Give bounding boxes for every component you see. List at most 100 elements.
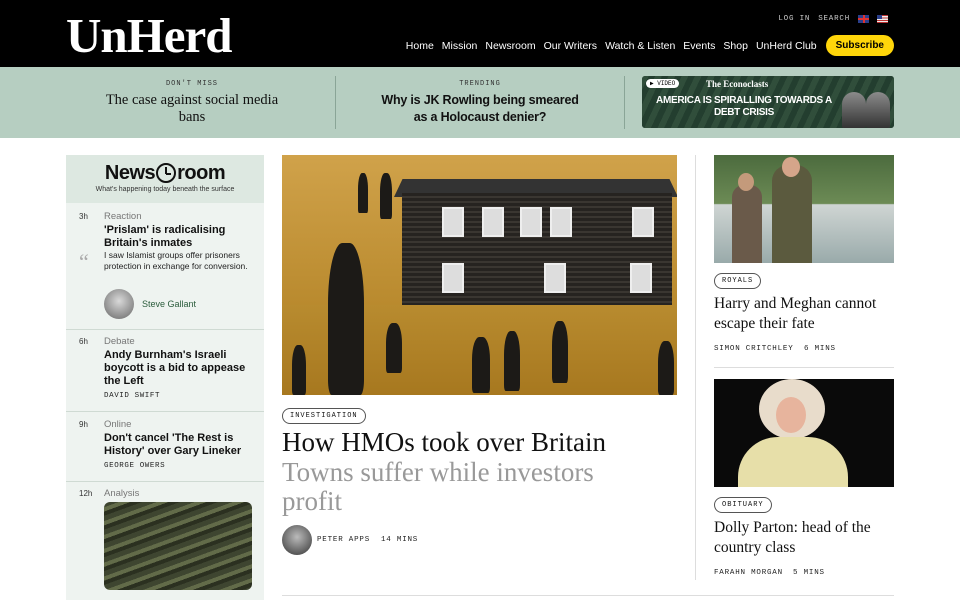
main-story-read-time: 14 MINS <box>381 536 419 544</box>
item-author[interactable]: DAVID SWIFT <box>104 392 160 400</box>
newsroom-sidebar: News room What's happening today beneath … <box>66 155 264 600</box>
login-link[interactable]: LOG IN <box>778 15 810 23</box>
story-read-time: 5 MINS <box>793 569 825 577</box>
image-window <box>550 207 572 237</box>
item-category: Reaction <box>104 211 142 222</box>
main-story-author[interactable]: PETER APPS <box>317 536 370 544</box>
item-headline[interactable]: Andy Burnham's Israeli boycott is a bid … <box>104 349 259 388</box>
subscribe-button[interactable]: Subscribe <box>825 35 894 56</box>
image-figure <box>386 323 402 373</box>
search-link[interactable]: SEARCH <box>818 15 850 23</box>
image-figure <box>504 331 520 391</box>
image-person <box>772 165 812 263</box>
author-avatar[interactable] <box>104 289 134 319</box>
newsroom-title-right: room <box>177 162 226 184</box>
nav-newsroom[interactable]: Newsroom <box>485 40 535 52</box>
item-time: 3h <box>79 212 88 221</box>
image-face <box>738 173 754 191</box>
nav-mission[interactable]: Mission <box>442 40 478 52</box>
nav-unherd-club[interactable]: UnHerd Club <box>756 40 817 52</box>
newsroom-title-left: News <box>104 162 156 184</box>
obituary-story-image[interactable] <box>714 379 894 487</box>
image-figure <box>292 345 306 395</box>
newsroom-subtitle: What's happening today beneath the surfa… <box>95 186 235 193</box>
image-figure <box>552 321 568 383</box>
site-logo[interactable]: UnHerd <box>66 8 232 64</box>
presenter-photo <box>866 92 890 128</box>
clock-icon <box>156 163 177 183</box>
newsroom-item[interactable]: 12h Analysis <box>66 482 264 600</box>
item-quote: I saw Islamist groups offer prisoners pr… <box>104 250 248 271</box>
nav-events[interactable]: Events <box>683 40 715 52</box>
us-flag-icon[interactable] <box>877 15 888 23</box>
story-tag[interactable]: OBITUARY <box>714 497 772 513</box>
nav-home[interactable]: Home <box>406 40 434 52</box>
uk-flag-icon[interactable] <box>858 15 869 23</box>
royals-story-image[interactable] <box>714 155 894 263</box>
nav-shop[interactable]: Shop <box>723 40 748 52</box>
dont-miss-headline[interactable]: The case against social media bans <box>92 92 292 126</box>
author-avatar[interactable] <box>282 525 312 555</box>
newsroom-title: News room <box>104 162 226 184</box>
main-nav: Home Mission Newsroom Our Writers Watch … <box>398 35 894 56</box>
item-time: 9h <box>79 420 88 429</box>
video-show-name: The Econoclasts <box>706 79 769 89</box>
image-window <box>630 263 652 293</box>
image-window <box>442 263 464 293</box>
video-title: America is spiralling towards a debt cri… <box>656 95 832 118</box>
utility-bar: LOG IN SEARCH <box>778 15 888 23</box>
trending-block[interactable]: TRENDING Why is JK Rowling being smeared… <box>380 80 580 126</box>
image-window <box>520 207 542 237</box>
video-promo[interactable]: ▶ VIDEO The Econoclasts America is spira… <box>642 76 894 128</box>
main-story-subtitle[interactable]: Towns suffer while investors profit <box>282 458 622 516</box>
story-author[interactable]: FARAHN MORGAN <box>714 569 783 577</box>
item-author[interactable]: Steve Gallant <box>142 299 196 309</box>
story-title[interactable]: Dolly Parton: head of the country class <box>714 518 894 558</box>
image-window <box>442 207 464 237</box>
item-time: 12h <box>79 489 93 498</box>
image-figure <box>658 341 674 395</box>
site-header: UnHerd LOG IN SEARCH Home Mission Newsro… <box>0 0 960 67</box>
nav-watch-listen[interactable]: Watch & Listen <box>605 40 675 52</box>
image-face <box>782 157 800 177</box>
image-figure <box>472 337 490 393</box>
image-face <box>776 397 806 433</box>
image-window <box>544 263 566 293</box>
promo-banner: DON'T MISS The case against social media… <box>0 67 960 138</box>
newsroom-item[interactable]: 3h Reaction 'Prislam' is radicalising Br… <box>66 203 264 330</box>
newsroom-item[interactable]: 6h Debate Andy Burnham's Israeli boycott… <box>66 330 264 412</box>
dont-miss-block[interactable]: DON'T MISS The case against social media… <box>92 80 292 126</box>
presenter-photo <box>842 92 866 128</box>
image-person <box>732 185 762 263</box>
item-time: 6h <box>79 337 88 346</box>
nav-our-writers[interactable]: Our Writers <box>544 40 597 52</box>
image-figure <box>380 173 392 219</box>
main-story-title[interactable]: How HMOs took over Britain <box>282 428 606 457</box>
banner-divider <box>624 76 625 129</box>
image-figure <box>328 243 364 395</box>
story-tag[interactable]: INVESTIGATION <box>282 408 366 424</box>
video-tag: ▶ VIDEO <box>646 79 680 88</box>
banner-divider <box>335 76 336 129</box>
item-headline[interactable]: 'Prislam' is radicalising Britain's inma… <box>104 224 259 250</box>
trending-headline[interactable]: Why is JK Rowling being smeared as a Hol… <box>380 92 580 126</box>
newsroom-header[interactable]: News room What's happening today beneath … <box>66 155 264 203</box>
item-headline[interactable]: Don't cancel 'The Rest is History' over … <box>104 432 259 458</box>
image-figure <box>358 173 368 213</box>
item-category: Debate <box>104 336 135 347</box>
section-divider <box>282 595 894 596</box>
main-story-image[interactable] <box>282 155 677 395</box>
quote-icon: “ <box>79 249 89 274</box>
story-tag[interactable]: ROYALS <box>714 273 762 289</box>
item-category: Online <box>104 419 132 430</box>
column-divider <box>695 155 696 580</box>
story-title[interactable]: Harry and Meghan cannot escape their fat… <box>714 294 894 334</box>
item-author[interactable]: GEORGE OWERS <box>104 462 165 470</box>
dont-miss-label: DON'T MISS <box>165 80 218 88</box>
video-tag-label: VIDEO <box>657 80 676 87</box>
newsroom-item[interactable]: 9h Online Don't cancel 'The Rest is Hist… <box>66 412 264 482</box>
story-read-time: 6 MINS <box>804 345 836 353</box>
image-dress <box>738 437 848 487</box>
soldiers-photo[interactable] <box>104 502 252 590</box>
story-author[interactable]: SIMON CRITCHLEY <box>714 345 794 353</box>
